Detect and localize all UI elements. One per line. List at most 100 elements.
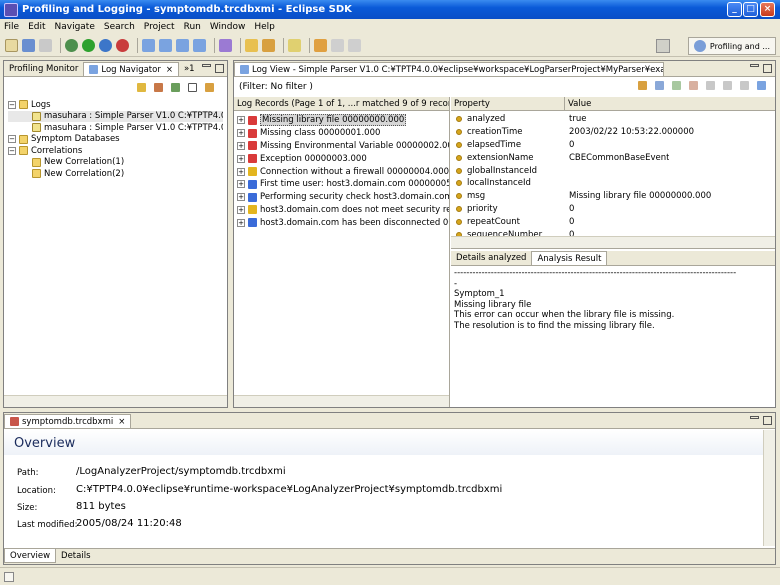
menu-navigate[interactable]: Navigate [55,22,95,32]
tree-node-correlation-1[interactable]: New Correlation(1) [8,157,223,169]
import-icon[interactable] [193,39,206,52]
tree-node-correlation-2[interactable]: New Correlation(2) [8,168,223,180]
fast-view-icon[interactable] [4,571,14,582]
tab-overview[interactable]: Overview [4,549,57,563]
hierarchy-icon[interactable] [219,39,232,52]
property-row[interactable]: localInstanceId [451,177,775,190]
page-down-icon[interactable] [723,81,732,90]
minimize-view-icon[interactable] [202,64,211,67]
tab-log-view[interactable]: Log View - Simple Parser V1.0 C:¥TPTP4.0… [234,62,664,76]
overview-vscroll[interactable] [763,430,775,546]
filter-menu-icon[interactable] [638,81,647,90]
maximize-view-icon[interactable] [763,416,772,425]
collapse-icon[interactable]: − [8,146,16,155]
close-tab-icon[interactable]: × [118,417,125,427]
menu-help[interactable]: Help [254,22,275,32]
debug-icon[interactable] [65,39,78,52]
log-record-row[interactable]: + Exception 00000003.000 [237,152,449,165]
page-up-icon[interactable] [706,81,715,90]
external-tools-icon[interactable] [116,39,129,52]
last-edit-icon[interactable] [314,39,327,52]
tree-node-log-1[interactable]: masuhara : Simple Parser V1.0 C:¥TPTP4.0… [8,110,223,122]
open-log-icon[interactable] [176,39,189,52]
maximize-view-icon[interactable] [763,64,772,73]
log-record-row[interactable]: + host3.domain.com does not meet security… [237,204,449,217]
tab-profiling-monitor[interactable]: Profiling Monitor [4,62,83,76]
open-type-icon[interactable] [142,39,155,52]
run-icon[interactable] [82,39,95,52]
open-folder-icon[interactable] [245,39,258,52]
log-record-row[interactable]: + Performing security check host3.domain.… [237,191,449,204]
more-views-button[interactable]: »1 [179,62,200,76]
menu-file[interactable]: File [4,22,19,32]
symptom-line-3: The resolution is to find the missing li… [454,320,655,331]
menu-edit[interactable]: Edit [28,22,45,32]
tab-log-navigator[interactable]: Log Navigator × [83,62,179,76]
minimize-view-icon[interactable] [750,416,759,419]
open-perspective-icon[interactable] [656,39,670,53]
records-hscroll[interactable] [234,395,449,407]
tree-node-correlations[interactable]: − Correlations [8,145,223,157]
property-row[interactable]: creationTime 2003/02/22 10:53:22.000000 [451,126,775,139]
collapse-icon[interactable]: − [8,100,16,109]
filter-icon[interactable] [154,82,163,92]
tree-node-logs[interactable]: − Logs [8,99,223,111]
col-property[interactable]: Property [451,97,565,110]
log-record-row[interactable]: + Connection without a firewall 00000004.… [237,165,449,178]
maximize-button[interactable]: □ [743,2,758,17]
close-tab-icon[interactable]: × [166,65,173,75]
property-row[interactable]: priority 0 [451,203,775,216]
log-record-row[interactable]: + First time user: host3.domain.com 00000… [237,178,449,191]
show-analyzed-icon[interactable] [672,81,681,90]
annotation-icon[interactable] [288,39,301,52]
tab-analysis-result[interactable]: Analysis Result [531,251,608,265]
close-button[interactable]: × [760,2,775,17]
property-row[interactable]: extensionName CBECommonBaseEvent [451,151,775,164]
link-icon[interactable] [171,82,180,92]
property-row[interactable]: msg Missing library file 00000000.000 [451,190,775,203]
overview-page: Overview Path: /LogAnalyzerProject/sympt… [4,430,775,546]
log-record-row[interactable]: + Missing Environmental Variable 00000002… [237,140,449,153]
perspective-switcher[interactable]: Profiling and ... [687,37,776,55]
save-icon[interactable] [22,39,35,52]
analyze-icon[interactable] [689,81,698,90]
forward-icon[interactable] [348,39,361,52]
import-log-icon[interactable] [137,82,146,92]
property-row[interactable]: repeatCount 0 [451,215,775,228]
view-menu-icon[interactable] [205,82,214,92]
editor-page-tabs: Overview Details [4,548,775,564]
tab-details-analyzed[interactable]: Details analyzed [451,251,531,265]
tab-details[interactable]: Details [56,549,95,563]
minimize-button[interactable]: _ [727,2,742,17]
menu-window[interactable]: Window [210,22,246,32]
search-icon[interactable] [262,39,275,52]
log-record-row[interactable]: + Missing library file 00000000.000 [237,114,449,127]
property-row[interactable]: analyzed true [451,113,775,126]
tab-symptomdb-editor[interactable]: symptomdb.trcdbxmi × [4,414,132,428]
back-icon[interactable] [331,39,344,52]
menu-run[interactable]: Run [184,22,201,32]
col-value[interactable]: Value [565,97,775,110]
new-icon[interactable] [5,39,18,52]
log-record-row[interactable]: + Missing class 00000001.000 [237,127,449,140]
print-icon[interactable] [39,39,52,52]
open-resource-icon[interactable] [159,39,172,52]
sort-icon[interactable] [655,81,664,90]
editor-area: symptomdb.trcdbxmi × Overview Path: /Log… [3,412,776,565]
property-row[interactable]: globalInstanceId [451,164,775,177]
menu-project[interactable]: Project [144,22,175,32]
tree-node-log-2[interactable]: masuhara : Simple Parser V1.0 C:¥TPTP4.0… [8,122,223,134]
tree-node-symptom-databases[interactable]: − Symptom Databases [8,134,223,146]
minimize-view-icon[interactable] [750,64,759,67]
properties-hscroll[interactable] [451,236,775,248]
log-record-row[interactable]: + host3.domain.com has been disconnected … [237,216,449,229]
maximize-view-icon[interactable] [215,64,224,73]
menu-search[interactable]: Search [104,22,135,32]
last-page-icon[interactable] [740,81,749,90]
property-row[interactable]: elapsedTime 0 [451,139,775,152]
collapse-icon[interactable]: − [8,135,16,144]
collapse-all-icon[interactable] [188,82,197,92]
navigator-hscroll[interactable] [4,395,227,407]
profile-icon[interactable] [99,39,112,52]
refresh-icon[interactable] [757,81,766,90]
